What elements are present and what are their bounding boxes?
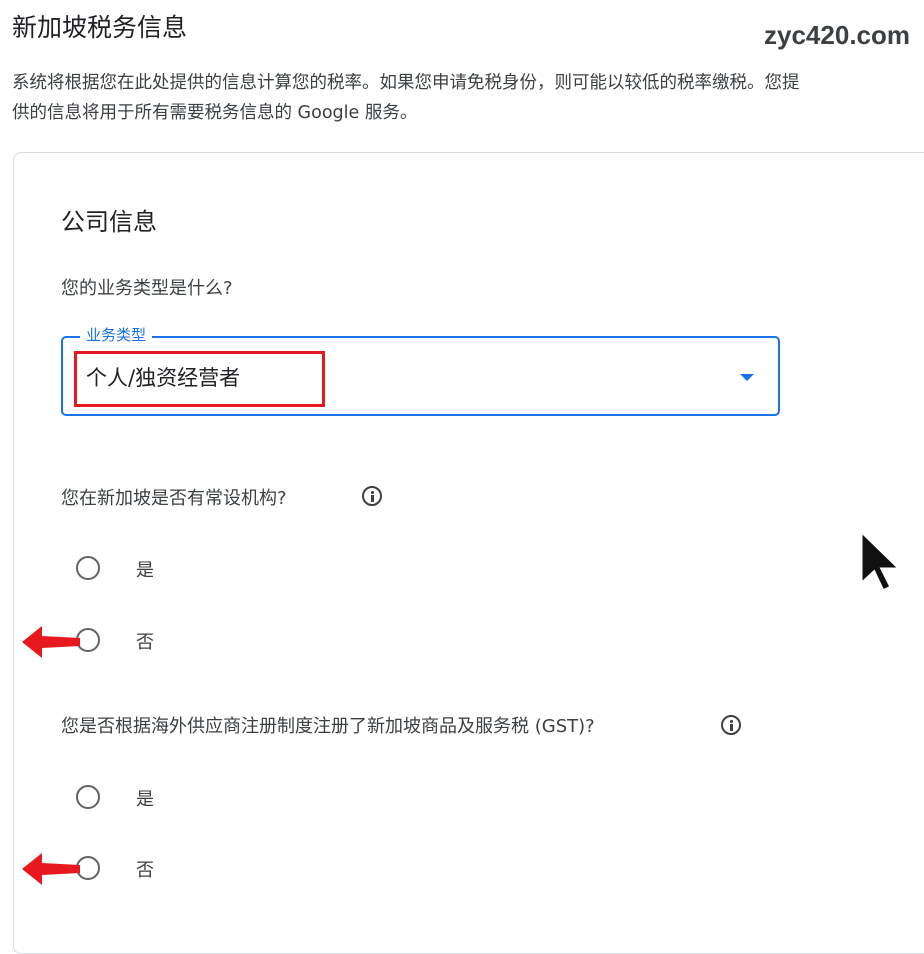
info-icon[interactable] [721,715,741,735]
watermark: zyc420.com [764,20,910,50]
permanent-establishment-question: 您在新加坡是否有常设机构? [61,488,287,509]
chevron-down-icon[interactable] [740,374,754,381]
info-icon[interactable] [362,486,382,506]
radio-gst-yes-label: 是 [136,789,154,810]
business-type-label: 业务类型 [80,324,153,345]
red-arrow-annotation [22,853,80,885]
radio-gst-yes[interactable] [76,785,100,809]
company-info-card [13,152,924,954]
page-title: 新加坡税务信息 [12,13,188,42]
mouse-cursor-icon [859,528,904,594]
red-arrow-annotation [22,626,80,658]
page-description: 系统将根据您在此处提供的信息计算您的税率。如果您申请免税身份，则可能以较低的税率… [12,73,800,123]
radio-pe-yes-label: 是 [136,560,154,581]
red-highlight-box [74,351,325,407]
section-title: 公司信息 [61,208,157,236]
radio-gst-no-label: 否 [136,860,154,881]
radio-pe-yes[interactable] [76,556,100,580]
radio-pe-no-label: 否 [136,632,154,653]
business-type-question: 您的业务类型是什么? [61,278,233,299]
gst-question: 您是否根据海外供应商注册制度注册了新加坡商品及服务税 (GST)? [61,716,595,737]
